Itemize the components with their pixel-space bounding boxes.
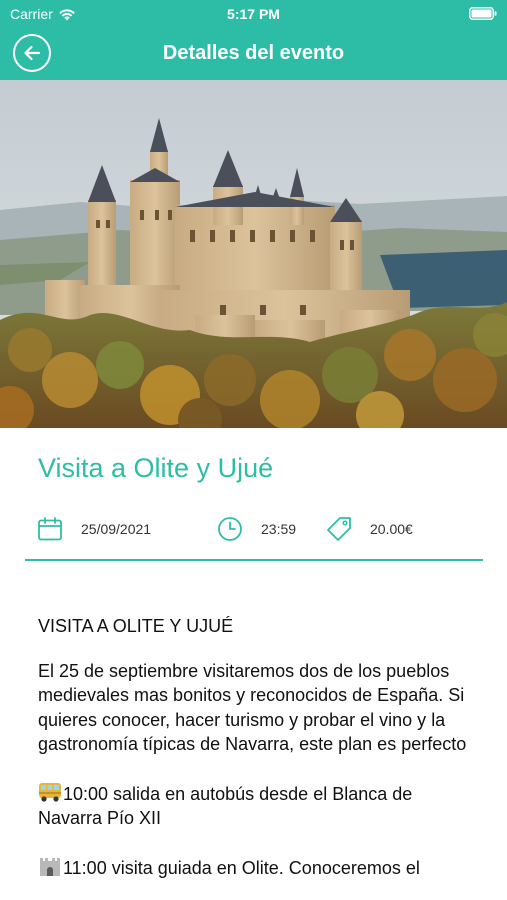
event-price: 20.00€ — [326, 512, 413, 546]
event-time: 23:59 — [217, 512, 296, 546]
castle-icon — [40, 857, 60, 876]
bus-icon — [39, 782, 61, 802]
castle-photo — [0, 80, 507, 428]
description-item2-text: 11:00 visita guiada en Olite. Conoceremo… — [63, 857, 420, 878]
description-heading: VISITA A OLITE Y UJUÉ — [38, 616, 234, 636]
status-time: 5:17 PM — [227, 6, 280, 22]
event-description: VISITA A OLITE Y UJUÉ El 25 de septiembr… — [38, 614, 468, 900]
event-image — [0, 80, 507, 428]
event-date-value: 25/09/2021 — [81, 521, 152, 537]
section-divider — [25, 559, 483, 561]
event-title: Visita a Olite y Ujué — [38, 453, 274, 483]
event-date: 25/09/2021 — [37, 512, 151, 546]
description-item: 10:00 salida en autobús desde el Blanca … — [38, 781, 468, 831]
status-bar: Carrier 5:17 PM — [0, 0, 507, 28]
navigation-bar: Detalles del evento — [0, 28, 507, 80]
clock-icon — [218, 517, 242, 541]
event-time-value: 23:59 — [261, 521, 297, 537]
calendar-icon — [38, 517, 62, 541]
description-item1-text: 10:00 salida en autobús desde el Blanca … — [38, 783, 413, 829]
description-item: 11:00 visita guiada en Olite. Conoceremo… — [38, 855, 468, 881]
event-meta-row: 25/09/2021 23:59 20.00€ — [0, 512, 507, 546]
description-intro: El 25 de septiembre visitaremos dos de l… — [38, 660, 467, 755]
event-price-value: 20.00€ — [370, 521, 413, 537]
page-title: Detalles del evento — [162, 42, 345, 64]
battery-icon — [469, 7, 497, 23]
price-tag-icon — [327, 517, 351, 541]
